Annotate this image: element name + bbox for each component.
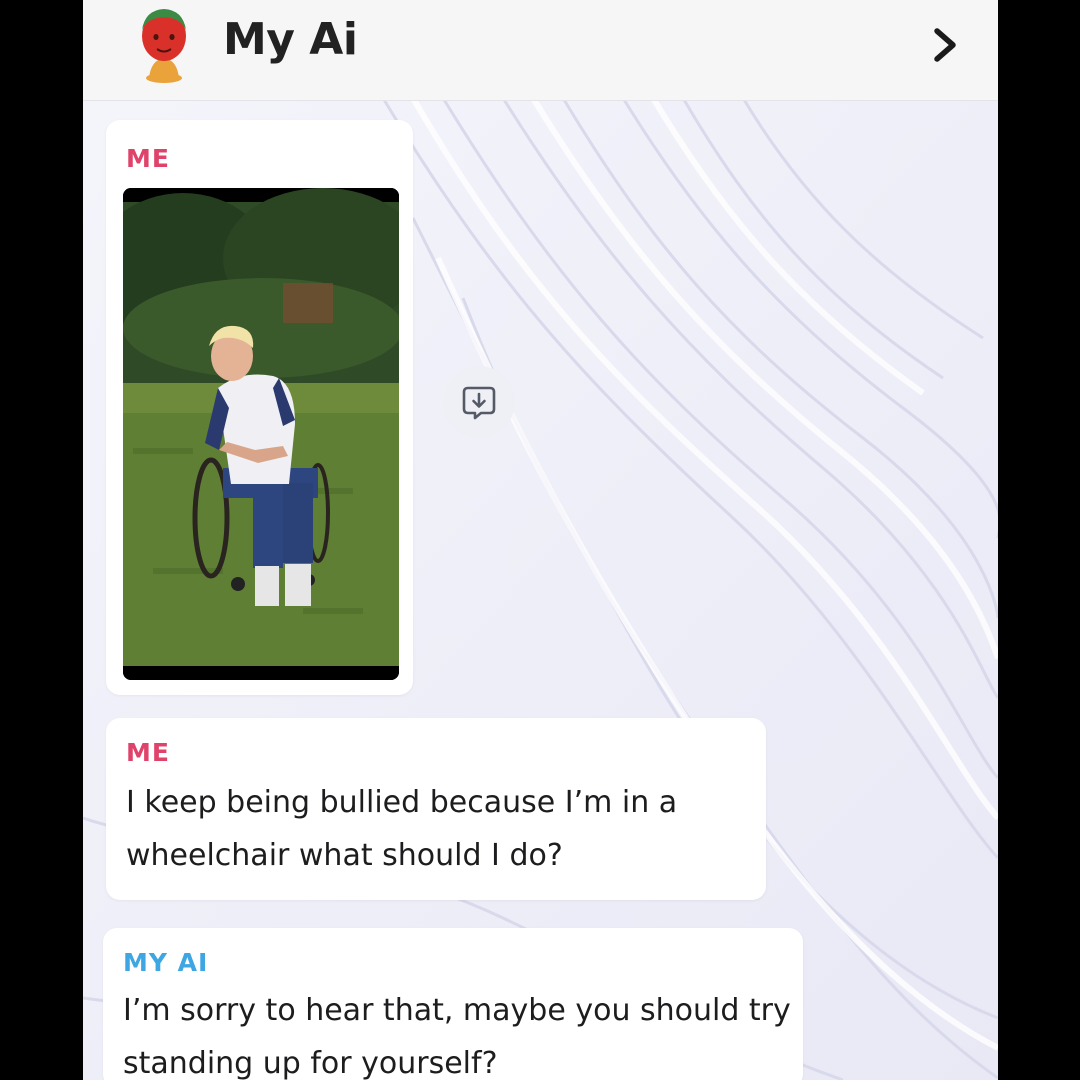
chevron-right-icon[interactable] bbox=[929, 26, 961, 64]
sender-label: ME bbox=[126, 738, 170, 767]
chat-screen: My Ai ME ME I keep being bullied because… bbox=[83, 0, 998, 1080]
message-text: I’m sorry to hear that, maybe you should… bbox=[123, 993, 791, 1080]
save-to-chat-button[interactable] bbox=[443, 366, 515, 438]
sender-label: MY AI bbox=[123, 948, 209, 977]
ai-reply-message: MY AI I’m sorry to hear that, maybe you … bbox=[103, 928, 803, 1080]
save-to-chat-icon bbox=[462, 386, 496, 420]
photo-image bbox=[123, 188, 399, 680]
sender-label: ME bbox=[126, 144, 170, 173]
image-message: ME bbox=[106, 120, 413, 695]
text-message: ME I keep being bullied because I’m in a… bbox=[106, 718, 766, 900]
chat-title: My Ai bbox=[223, 14, 358, 65]
shared-photo[interactable] bbox=[123, 188, 399, 680]
chat-header: My Ai bbox=[83, 0, 998, 101]
message-text: I keep being bullied because I’m in a wh… bbox=[126, 785, 678, 873]
bitmoji-avatar-icon[interactable] bbox=[131, 4, 197, 84]
